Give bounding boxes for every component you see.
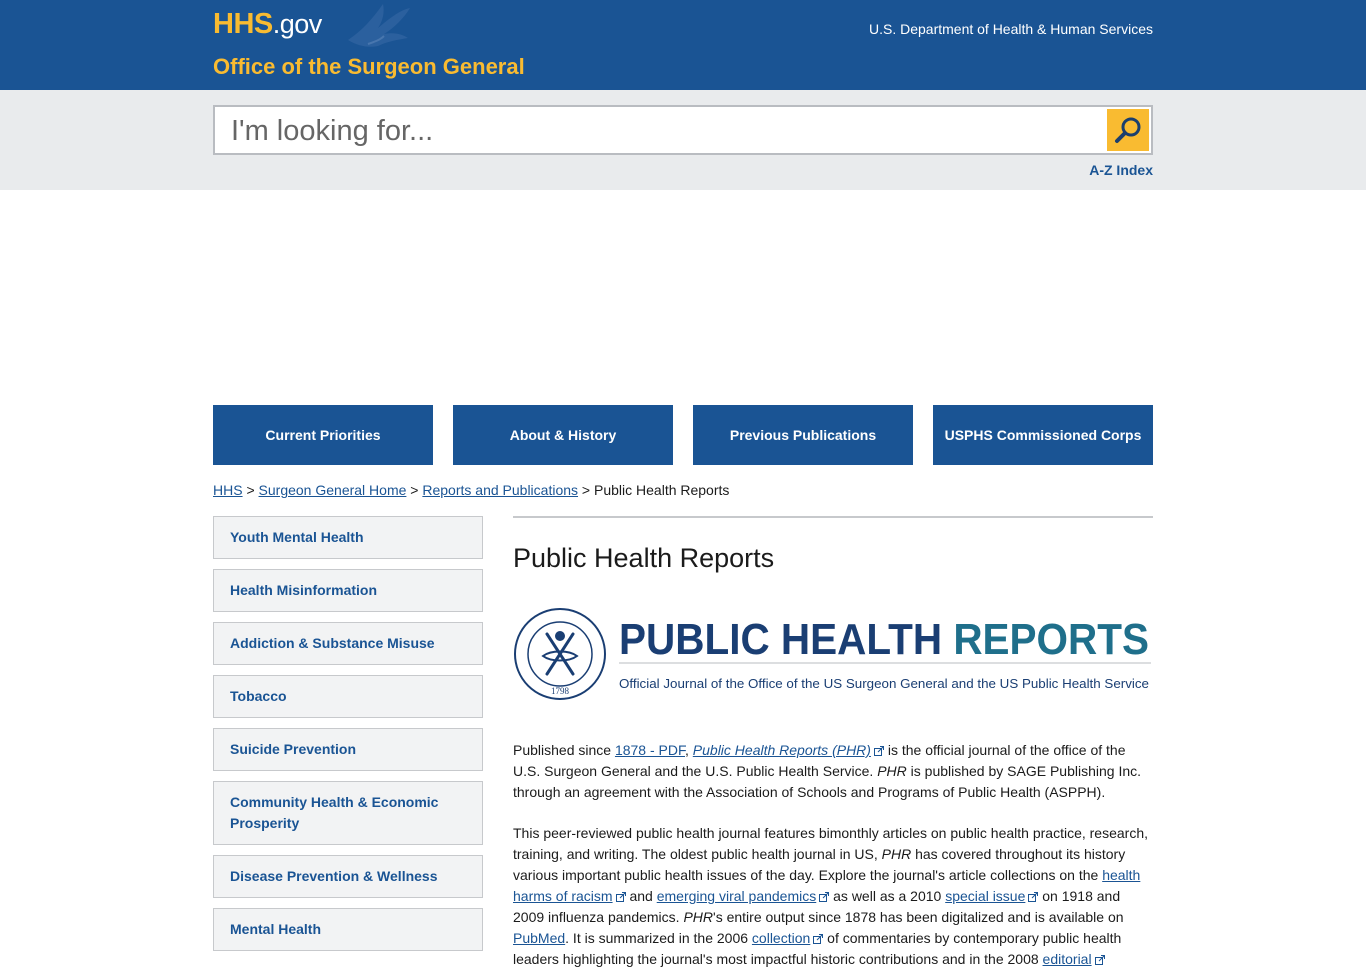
nav-previous-publications[interactable]: Previous Publications <box>693 405 913 465</box>
sidebar-item-addiction-substance-misuse[interactable]: Addiction & Substance Misuse <box>213 622 483 665</box>
az-index-link[interactable]: A-Z Index <box>1089 162 1153 178</box>
sidebar-item-community-health[interactable]: Community Health & Economic Prosperity <box>213 781 483 845</box>
breadcrumb: HHS > Surgeon General Home > Reports and… <box>213 482 729 498</box>
external-link-icon <box>873 746 884 756</box>
external-link-icon <box>1028 892 1039 902</box>
description-paragraph: This peer-reviewed public health journal… <box>513 823 1153 970</box>
main-nav: Current Priorities About & History Previ… <box>213 405 1153 465</box>
sidebar-item-mental-health[interactable]: Mental Health <box>213 908 483 951</box>
phr-journal-logo: 1798 PUBLIC HEALTH REPORTS Official Jour… <box>514 608 1151 700</box>
link-phr[interactable]: Public Health Reports (PHR) <box>693 742 871 758</box>
para-text: and <box>625 888 657 904</box>
sidebar-item-suicide-prevention[interactable]: Suicide Prevention <box>213 728 483 771</box>
seal-year-text: 1798 <box>551 686 570 696</box>
para-text: . It is summarized in the 2006 <box>565 930 752 946</box>
breadcrumb-separator: > <box>581 482 591 498</box>
nav-current-priorities[interactable]: Current Priorities <box>213 405 433 465</box>
external-link-icon <box>615 892 626 902</box>
nav-usphs-commissioned-corps[interactable]: USPHS Commissioned Corps <box>933 405 1153 465</box>
external-link-icon <box>819 892 830 902</box>
search-box <box>213 105 1153 155</box>
external-link-icon <box>813 934 824 944</box>
eagle-icon <box>348 4 410 47</box>
sidebar-item-disease-prevention[interactable]: Disease Prevention & Wellness <box>213 855 483 898</box>
para-text: Published since <box>513 742 615 758</box>
nav-about-history[interactable]: About & History <box>453 405 673 465</box>
intro-paragraph: Published since 1878 - PDF, Public Healt… <box>513 740 1153 803</box>
breadcrumb-separator: > <box>410 482 419 498</box>
breadcrumb-hhs[interactable]: HHS <box>213 482 243 498</box>
breadcrumb-reports-and-publications[interactable]: Reports and Publications <box>422 482 578 498</box>
divider <box>513 516 1153 518</box>
logo-gov-text: .gov <box>272 9 323 39</box>
logo-subtitle: Official Journal of the Office of the US… <box>619 677 1149 691</box>
link-1878-pdf[interactable]: 1878 - PDF <box>615 742 685 758</box>
search-band: A-Z Index <box>0 90 1366 190</box>
link-editorial[interactable]: editorial <box>1043 951 1092 967</box>
search-button[interactable] <box>1107 109 1149 151</box>
site-header: HHS.gov Office of the Surgeon General U.… <box>0 0 1366 90</box>
logo-name-part1: PUBLIC HEALTH <box>619 615 953 664</box>
svg-text:PUBLIC HEALTH REPORTS: PUBLIC HEALTH REPORTS <box>619 615 1149 664</box>
phr-abbrev: PHR <box>877 763 907 779</box>
link-special-issue[interactable]: special issue <box>945 888 1025 904</box>
phr-abbrev: PHR <box>683 909 714 925</box>
sidebar-item-youth-mental-health[interactable]: Youth Mental Health <box>213 516 483 559</box>
usphs-seal-icon: 1798 <box>514 608 606 700</box>
breadcrumb-separator: > <box>246 482 255 498</box>
search-icon <box>1115 117 1141 143</box>
link-collection[interactable]: collection <box>752 930 810 946</box>
phr-abbrev: PHR <box>881 846 912 862</box>
para-text: 's entire output since 1878 has been dig… <box>713 909 1124 925</box>
breadcrumb-surgeon-general-home[interactable]: Surgeon General Home <box>259 482 407 498</box>
link-emerging-viral-pandemics[interactable]: emerging viral pandemics <box>657 888 817 904</box>
search-input[interactable] <box>229 112 1093 150</box>
sidebar-item-tobacco[interactable]: Tobacco <box>213 675 483 718</box>
link-pubmed[interactable]: PubMed <box>513 930 565 946</box>
breadcrumb-current: Public Health Reports <box>594 482 730 498</box>
department-link[interactable]: U.S. Department of Health & Human Servic… <box>869 21 1153 37</box>
site-name-link[interactable]: Office of the Surgeon General <box>213 54 525 80</box>
logo-name-part2: REPORTS <box>953 615 1149 664</box>
link-phr-text: Public Health Reports (PHR) <box>692 742 871 758</box>
sidebar-item-health-misinformation[interactable]: Health Misinformation <box>213 569 483 612</box>
external-link-icon <box>1094 955 1105 965</box>
hhs-logo-link[interactable]: HHS.gov <box>213 8 322 41</box>
logo-hhs-text: HHS <box>213 8 273 40</box>
para-text: , <box>685 742 693 758</box>
para-text: as well as a 2010 <box>829 888 946 904</box>
page-title: Public Health Reports <box>513 543 775 573</box>
